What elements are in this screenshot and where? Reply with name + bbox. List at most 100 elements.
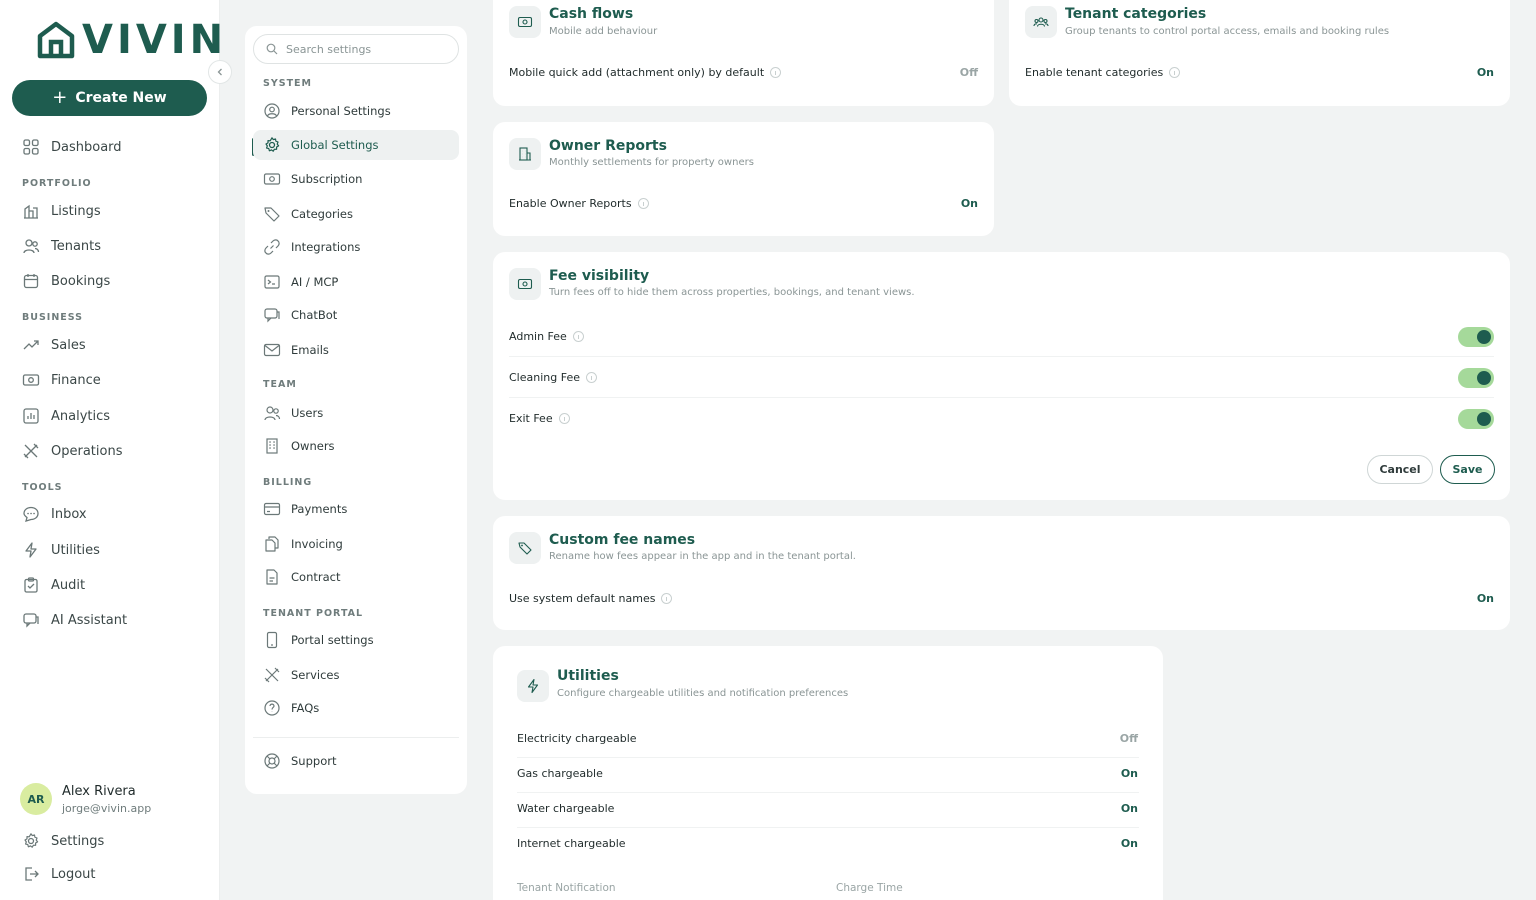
info-icon[interactable] — [770, 67, 782, 78]
cancel-button[interactable]: Cancel — [1367, 455, 1433, 484]
settings-item-integrations[interactable]: Integrations — [263, 237, 360, 257]
settings-item-subscription[interactable]: Subscription — [263, 169, 362, 189]
tag-icon — [509, 532, 541, 564]
brand-name: VIVIN — [82, 17, 228, 63]
setting-row-label: Mobile quick add (attachment only) by de… — [509, 66, 782, 79]
collapse-sidebar-button[interactable] — [208, 60, 232, 84]
toggle-knob — [1477, 330, 1491, 344]
nav-tenants-label: Tenants — [51, 238, 102, 254]
create-new-button[interactable]: + Create New — [12, 80, 207, 116]
divider — [509, 356, 1494, 357]
info-icon[interactable] — [572, 331, 584, 342]
nav-listings-label: Listings — [51, 203, 101, 219]
user-circle-icon — [263, 102, 281, 120]
fee-row-label: Admin Fee — [509, 330, 584, 343]
settings-item-chatbot[interactable]: ChatBot — [263, 305, 337, 325]
save-button[interactable]: Save — [1440, 455, 1495, 484]
info-icon[interactable] — [661, 593, 673, 604]
nav-operations[interactable]: Operations — [22, 441, 122, 461]
plus-icon: + — [52, 87, 68, 108]
nav-ai-assistant[interactable]: AI Assistant — [22, 610, 127, 630]
setting-label-text: Use system default names — [509, 592, 656, 605]
nav-sales[interactable]: Sales — [22, 335, 86, 355]
settings-item-faqs-label: FAQs — [291, 701, 320, 715]
utility-value[interactable]: On — [1121, 837, 1138, 850]
nav-inbox[interactable]: Inbox — [22, 504, 87, 524]
nav-analytics[interactable]: Analytics — [22, 406, 110, 426]
smartphone-icon — [263, 631, 281, 649]
settings-item-support[interactable]: Support — [263, 751, 336, 771]
trend-up-icon — [22, 336, 40, 354]
setting-value[interactable]: Off — [960, 66, 978, 79]
setting-value[interactable]: On — [1477, 66, 1494, 79]
message-square-icon — [22, 611, 40, 629]
nav-tenants[interactable]: Tenants — [22, 236, 101, 256]
nav-logout-label: Logout — [51, 866, 96, 882]
nav-settings-label: Settings — [51, 833, 105, 849]
settings-item-global[interactable]: Global Settings — [253, 130, 459, 160]
lightning-icon — [22, 541, 40, 559]
setting-value[interactable]: On — [1477, 592, 1494, 605]
search-settings-box[interactable] — [253, 34, 459, 64]
settings-item-owners[interactable]: Owners — [263, 436, 335, 456]
info-icon[interactable] — [558, 413, 570, 424]
card-title: Cash flows — [549, 6, 634, 22]
utility-value[interactable]: On — [1121, 802, 1138, 815]
utility-row-label: Gas chargeable — [517, 767, 603, 780]
fee-row-label: Exit Fee — [509, 412, 570, 425]
settings-item-invoicing-label: Invoicing — [291, 537, 343, 551]
column-header-charge-time: Charge Time — [836, 882, 903, 894]
admin-fee-toggle[interactable] — [1458, 327, 1494, 347]
settings-item-services[interactable]: Services — [263, 665, 340, 685]
setting-row-label: Enable tenant categories — [1025, 66, 1181, 79]
cleaning-fee-toggle[interactable] — [1458, 368, 1494, 388]
nav-settings[interactable]: Settings — [22, 831, 104, 851]
settings-item-personal[interactable]: Personal Settings — [263, 101, 391, 121]
utility-value[interactable]: Off — [1120, 732, 1138, 745]
settings-item-portal[interactable]: Portal settings — [263, 630, 374, 650]
user-profile[interactable]: AR Alex Rivera jorge@vivin.app — [20, 783, 151, 815]
info-icon[interactable] — [637, 198, 649, 209]
exit-fee-toggle[interactable] — [1458, 409, 1494, 429]
fee-row-label: Cleaning Fee — [509, 371, 597, 384]
settings-item-payments[interactable]: Payments — [263, 499, 347, 519]
nav-dashboard[interactable]: Dashboard — [22, 137, 122, 157]
nav-bookings[interactable]: Bookings — [22, 271, 110, 291]
settings-item-categories[interactable]: Categories — [263, 204, 353, 224]
help-circle-icon — [263, 699, 281, 717]
main-sidebar: VIVIN + Create New Dashboard PORTFOLIO L… — [0, 0, 223, 900]
settings-item-users[interactable]: Users — [263, 403, 323, 423]
search-settings-input[interactable] — [286, 42, 446, 56]
nav-analytics-label: Analytics — [51, 408, 111, 424]
nav-section-portfolio: PORTFOLIO — [22, 178, 92, 189]
card-subtitle: Group tenants to control portal access, … — [1065, 26, 1390, 37]
card-title: Tenant categories — [1065, 6, 1207, 22]
settings-item-ai-mcp[interactable]: AI / MCP — [263, 272, 338, 292]
settings-item-invoicing[interactable]: Invoicing — [263, 534, 343, 554]
users-group-icon — [1025, 6, 1057, 38]
nav-logout[interactable]: Logout — [22, 864, 96, 884]
settings-item-faqs[interactable]: FAQs — [263, 698, 319, 718]
nav-finance[interactable]: Finance — [22, 370, 101, 390]
card-cash-flows: Cash flows Mobile add behaviour Mobile q… — [493, 0, 994, 106]
nav-finance-label: Finance — [51, 372, 101, 388]
gear-icon — [22, 832, 40, 850]
utility-value[interactable]: On — [1121, 767, 1138, 780]
nav-listings[interactable]: Listings — [22, 201, 101, 221]
info-icon[interactable] — [1169, 67, 1181, 78]
lightning-icon — [517, 670, 549, 702]
nav-audit-label: Audit — [51, 577, 86, 593]
nav-utilities[interactable]: Utilities — [22, 540, 100, 560]
card-custom-fee-names: Custom fee names Rename how fees appear … — [493, 516, 1510, 630]
divider — [517, 757, 1139, 758]
nav-audit[interactable]: Audit — [22, 575, 85, 595]
settings-item-emails[interactable]: Emails — [263, 340, 329, 360]
section-system: SYSTEM — [263, 78, 312, 89]
settings-item-contract[interactable]: Contract — [263, 567, 340, 587]
setting-value[interactable]: On — [961, 197, 978, 210]
info-icon[interactable] — [585, 372, 597, 383]
building-chart-icon — [22, 202, 40, 220]
nav-operations-label: Operations — [51, 443, 123, 459]
brand-logo[interactable]: VIVIN — [36, 20, 227, 60]
message-square-icon — [263, 306, 281, 324]
